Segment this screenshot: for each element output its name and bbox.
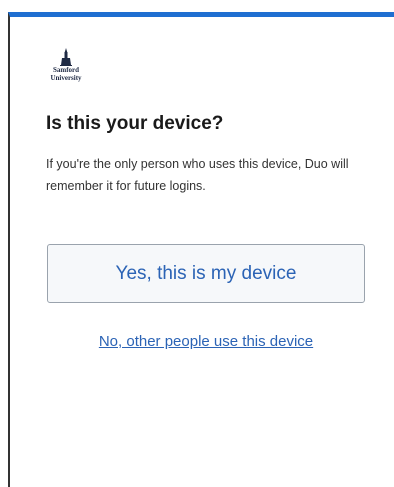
yes-my-device-button[interactable]: Yes, this is my device <box>47 244 365 303</box>
samford-university-logo: Samford University <box>46 48 86 82</box>
no-link-container: No, other people use this device <box>10 333 394 350</box>
logo-text-line2: University <box>50 74 82 82</box>
device-description: If you're the only person who uses this … <box>46 157 349 193</box>
duo-prompt-frame: Samford University Is this your device? … <box>8 12 394 487</box>
page-title: Is this your device? <box>46 113 224 134</box>
tower-icon <box>60 48 72 66</box>
logo-text-line1: Samford <box>52 66 80 74</box>
no-other-people-link[interactable]: No, other people use this device <box>99 333 313 350</box>
